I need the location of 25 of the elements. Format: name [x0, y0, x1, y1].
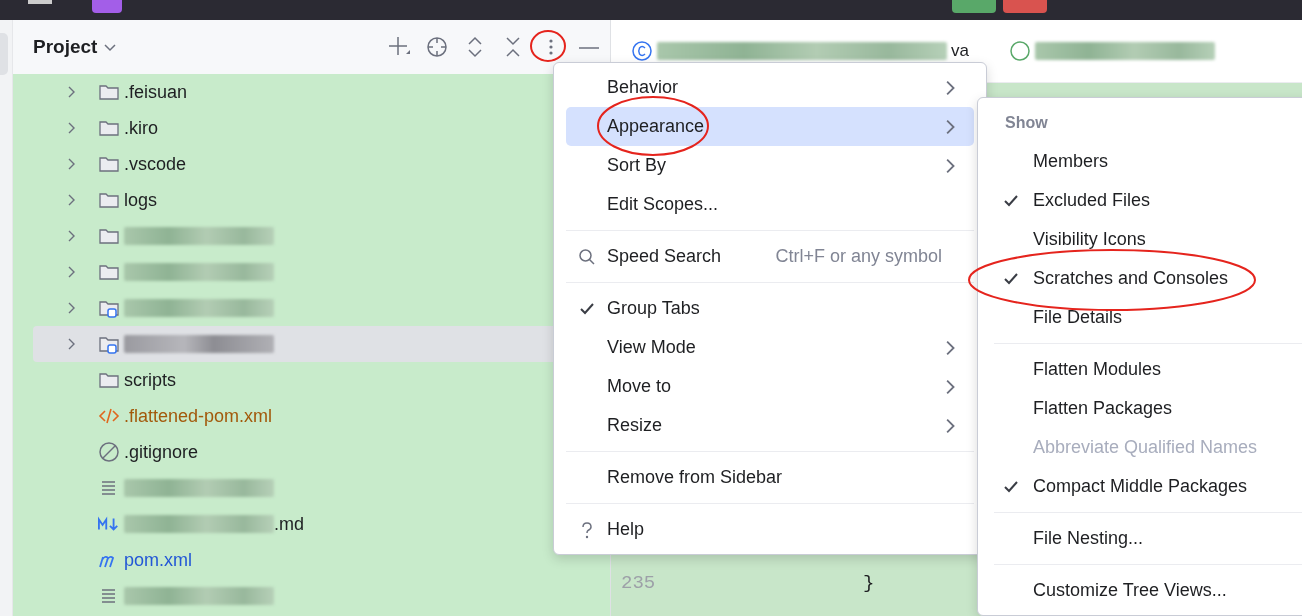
file-name: pom.xml	[124, 549, 192, 571]
file-name: .flattened-pom.xml	[124, 405, 273, 427]
menu-item-label: Remove from Sidebar	[607, 467, 784, 488]
menu-item-label: Sort By	[607, 155, 668, 176]
file-name: .kiro	[124, 117, 158, 139]
tab-title: va	[951, 41, 969, 61]
file-name: .gitignore	[124, 441, 199, 463]
menu-item-label: Behavior	[607, 77, 680, 98]
menu-item-label: Move to	[607, 376, 673, 397]
menu-item-label: Speed Search	[607, 246, 723, 267]
code-text: }	[863, 572, 875, 594]
menu-item-label: Resize	[607, 415, 664, 436]
file-name: scripts	[124, 369, 176, 391]
line-number: 235	[620, 572, 657, 594]
menu-item-label: Group Tabs	[607, 298, 701, 319]
menu-item-label: Edit Scopes...	[607, 194, 720, 215]
menu-item-label: Appearance	[607, 116, 706, 137]
file-name: .vscode	[124, 153, 187, 175]
section-header: Show	[1004, 112, 1049, 133]
menu-item-label: Help	[607, 519, 646, 540]
file-name: logs	[124, 189, 158, 211]
shortcut-hint: Ctrl+F or any symbol	[775, 246, 942, 267]
menu-item-label: View Mode	[607, 337, 697, 358]
file-name: .feisuan	[124, 81, 188, 103]
file-extension: .md	[274, 513, 304, 535]
